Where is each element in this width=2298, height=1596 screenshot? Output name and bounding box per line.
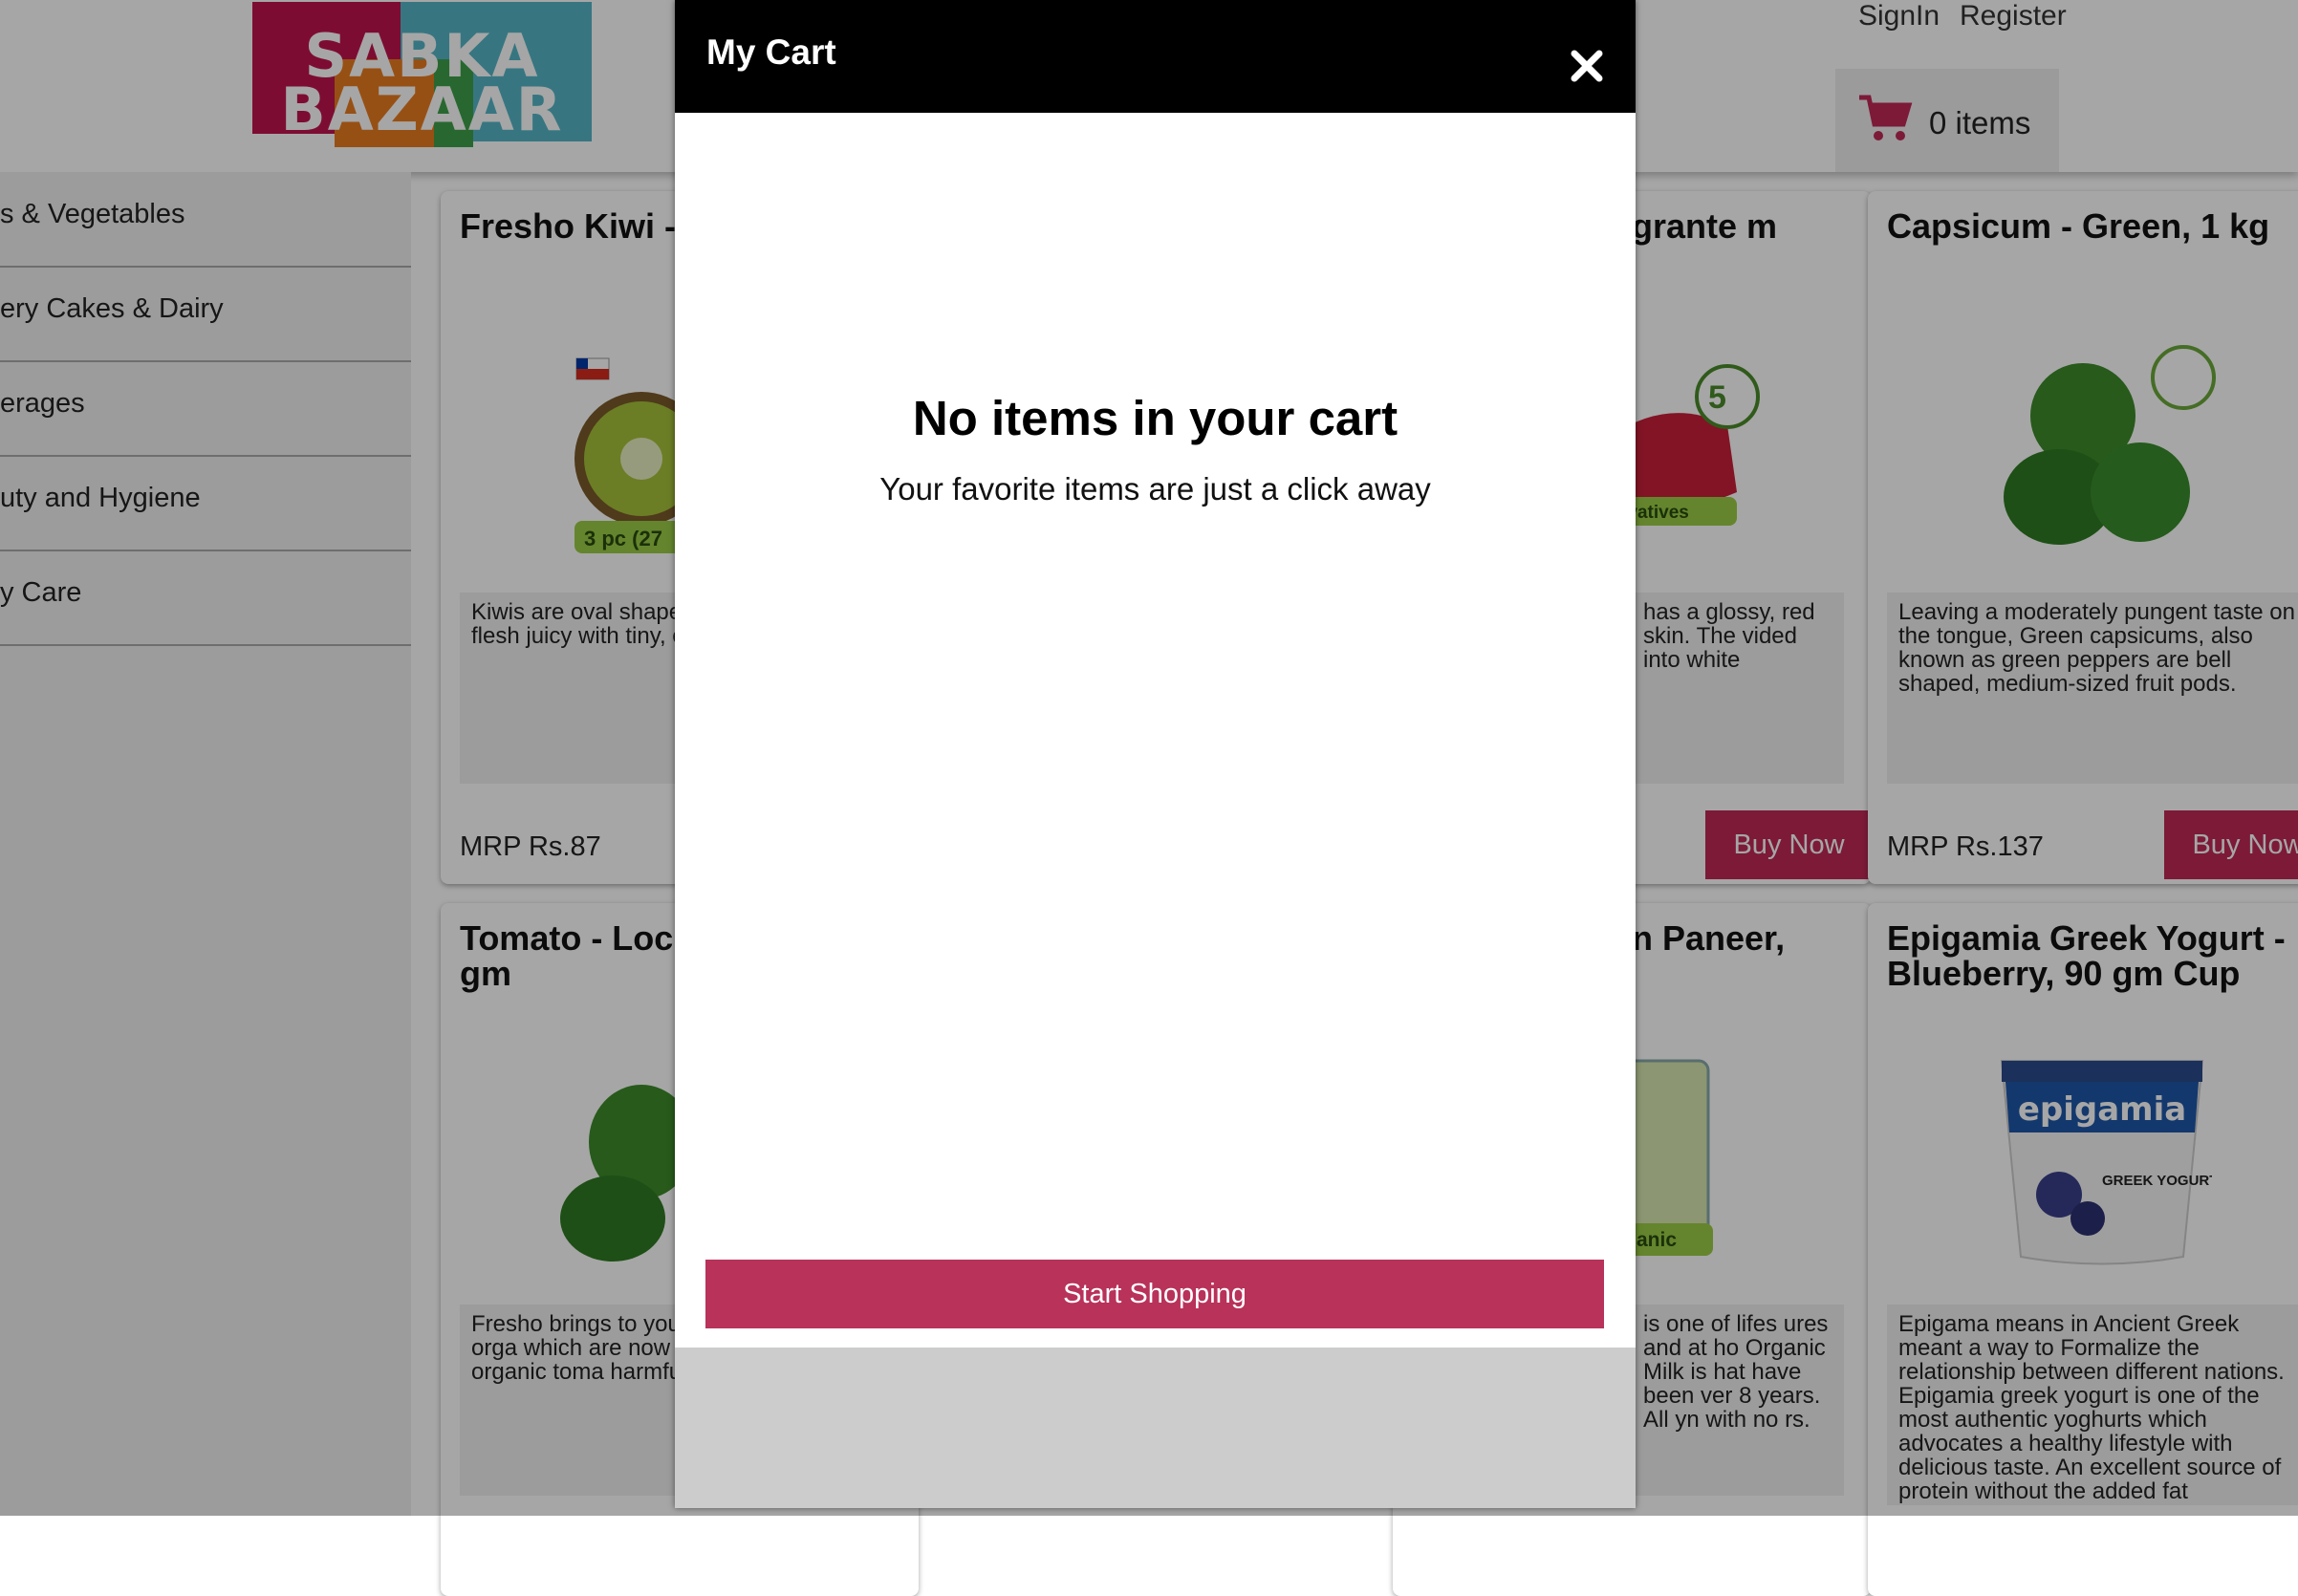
page: SABKA BAZAAR SignIn Register 0 items s &… <box>0 0 2298 1596</box>
close-button[interactable] <box>1567 46 1607 86</box>
empty-cart-subtext: Your favorite items are just a click awa… <box>879 471 1431 507</box>
empty-cart-heading: No items in your cart <box>912 391 1398 445</box>
cart-modal: My Cart No items in your cart Your favor… <box>675 0 1636 1508</box>
close-icon <box>1571 50 1603 82</box>
cart-modal-footer <box>675 1348 1636 1508</box>
cart-modal-title: My Cart <box>706 32 836 72</box>
start-shopping-button[interactable]: Start Shopping <box>705 1260 1604 1328</box>
cart-modal-header: My Cart <box>675 0 1636 113</box>
